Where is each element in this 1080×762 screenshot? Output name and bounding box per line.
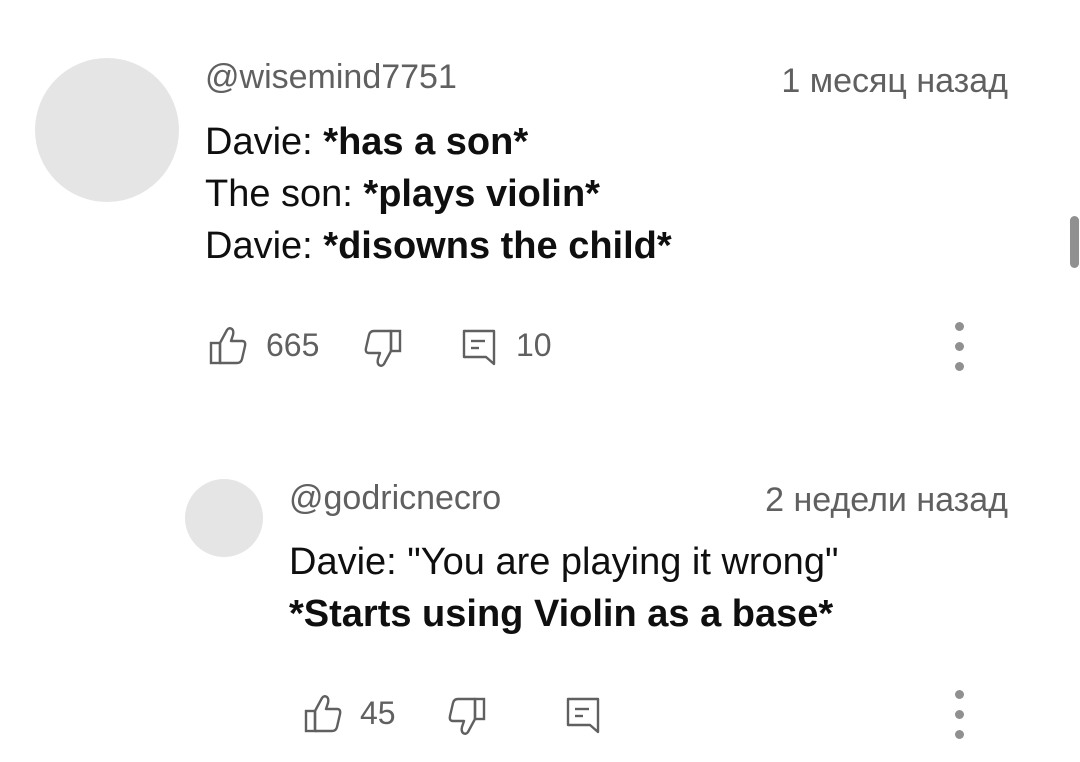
like-count: 665 [266,327,320,363]
comment-line: *Starts using Violin as a base* [289,593,834,635]
comment-timestamp[interactable]: 1 месяц назад [781,62,1008,101]
reply-icon[interactable] [565,696,601,736]
comment-text: Davie: *has a son* The son: *plays violi… [205,116,672,272]
thumbs-down-icon[interactable] [363,328,403,368]
thumbs-up-icon[interactable] [303,694,343,734]
more-vert-icon[interactable] [948,688,972,744]
comment-author[interactable]: @godricnecro [289,479,501,518]
reply-icon[interactable] [461,328,497,368]
scrollbar-thumb[interactable] [1070,216,1079,268]
like-count: 45 [360,695,396,731]
comment-author[interactable]: @wisemind7751 [205,58,457,97]
comment-text: Davie: "You are playing it wrong" *Start… [289,536,838,640]
thumbs-up-icon[interactable] [208,326,248,366]
avatar[interactable] [35,58,179,202]
comment-line: Davie: *disowns the child* [205,225,672,267]
avatar[interactable] [185,479,263,557]
thumbs-down-icon[interactable] [447,696,487,736]
reply-count[interactable]: 10 [516,327,552,364]
comment-line: Davie: "You are playing it wrong" [289,541,839,583]
comment-line: The son: *plays violin* [205,173,600,215]
comment-line: Davie: *has a son* [205,121,529,163]
more-vert-icon[interactable] [948,320,972,376]
comment-timestamp[interactable]: 2 недели назад [765,481,1008,520]
